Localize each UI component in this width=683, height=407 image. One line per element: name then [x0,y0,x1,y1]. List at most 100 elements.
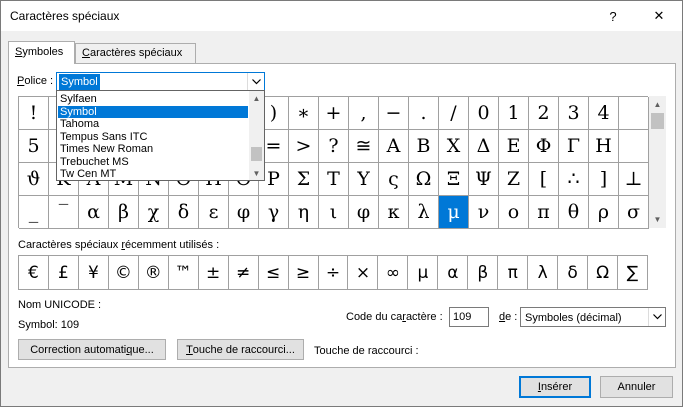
font-option[interactable]: Tw Cen MT [58,168,248,180]
symbol-cell[interactable]: Ω [409,163,439,196]
cancel-button[interactable]: Annuler [600,376,673,398]
symbol-cell[interactable]: ρ [589,196,619,229]
char-code-input[interactable]: 109 [449,307,489,327]
symbol-cell[interactable]: Δ [469,130,499,163]
close-button[interactable]: ✕ [636,1,682,31]
symbol-cell[interactable]: Ε [499,130,529,163]
symbol-cell[interactable]: Χ [439,130,469,163]
symbol-cell[interactable]: Η [589,130,619,163]
encoding-select[interactable]: Symboles (décimal) [520,307,666,327]
symbol-cell[interactable]: − [379,97,409,130]
symbol-cell[interactable]: ∗ [289,97,319,130]
recent-symbol-cell[interactable]: ≤ [258,256,289,290]
symbol-cell[interactable]: ∴ [559,163,589,196]
chevron-down-icon[interactable] [648,308,665,326]
symbol-cell[interactable]: + [319,97,349,130]
recent-symbol-cell[interactable]: ® [138,256,169,290]
symbol-cell[interactable]: > [289,130,319,163]
symbol-cell[interactable]: β [109,196,139,229]
shortcut-key-button[interactable]: Touche de raccourci... [177,339,304,360]
symbol-cell[interactable]: Ζ [499,163,529,196]
scroll-up-icon[interactable]: ▲ [649,96,666,113]
scroll-thumb[interactable] [651,113,664,129]
scroll-thumb[interactable] [251,147,262,161]
symbol-cell[interactable]: 2 [529,97,559,130]
symbol-cell[interactable]: ς [379,163,409,196]
recent-symbols-grid[interactable]: € £ ¥ © ® ™ ± ≠ ≤ ≥ ÷ × ∞ μ α β π λ δ Ω ∑ [18,255,648,290]
symbol-cell[interactable]: δ [169,196,199,229]
font-option[interactable]: Times New Roman [58,143,248,155]
recent-symbol-cell[interactable]: ¥ [78,256,109,290]
recent-symbol-cell[interactable]: ≥ [288,256,319,290]
recent-symbol-cell[interactable]: ∑ [618,256,648,290]
recent-symbol-cell[interactable]: δ [558,256,589,290]
font-dropdown-list[interactable]: Sylfaen Symbol Tahoma Tempus Sans ITC Times … [56,90,265,181]
symbol-cell[interactable]: 5 [19,130,49,163]
symbol-cell[interactable]: γ [259,196,289,229]
chevron-down-icon[interactable] [247,73,264,90]
font-select[interactable]: Symbol [56,72,265,91]
symbol-cell[interactable]: φ [229,196,259,229]
font-option[interactable]: Sylfaen [58,93,248,105]
symbol-cell[interactable]: Ξ [439,163,469,196]
symbol-cell[interactable] [619,130,649,163]
symbol-cell[interactable]: κ [379,196,409,229]
recent-symbol-cell[interactable]: μ [408,256,439,290]
recent-symbol-cell[interactable]: α [438,256,469,290]
symbol-cell[interactable]: / [439,97,469,130]
symbol-cell[interactable]: Β [409,130,439,163]
symbol-cell[interactable]: α [79,196,109,229]
insert-button[interactable]: Insérer [519,376,591,398]
recent-symbol-cell[interactable]: β [468,256,499,290]
symbol-cell[interactable]: σ [619,196,649,229]
symbol-cell[interactable]: Ψ [469,163,499,196]
symbol-cell[interactable]: Σ [289,163,319,196]
recent-symbol-cell[interactable]: € [19,256,49,290]
scroll-up-icon[interactable]: ▲ [249,91,264,105]
symbol-cell[interactable]: _ [19,196,49,229]
symbol-cell[interactable]: μ [439,196,469,229]
font-option[interactable]: Symbol [58,105,248,118]
recent-symbol-cell[interactable]: λ [528,256,559,290]
symbol-cell[interactable]: Τ [319,163,349,196]
symbol-cell[interactable]: ] [589,163,619,196]
symbol-cell[interactable]: 0 [469,97,499,130]
symbol-cell[interactable]: ! [19,97,49,130]
recent-symbol-cell[interactable]: π [498,256,529,290]
scroll-down-icon[interactable]: ▼ [249,166,264,180]
font-option[interactable]: Tempus Sans ITC [58,131,248,143]
symbol-cell[interactable]: Γ [559,130,589,163]
symbol-cell[interactable]: π [529,196,559,229]
recent-symbol-cell[interactable]: ÷ [318,256,349,290]
recent-symbol-cell[interactable]: ™ [168,256,199,290]
symbol-cell[interactable]: ι [319,196,349,229]
symbol-cell[interactable]: Φ [529,130,559,163]
help-button[interactable]: ? [590,1,636,31]
recent-symbol-cell[interactable]: ∞ [378,256,409,290]
symbol-cell[interactable]: χ [139,196,169,229]
symbol-cell[interactable]: ⊥ [619,163,649,196]
symbol-cell[interactable]: ε [199,196,229,229]
symbol-cell[interactable]: λ [409,196,439,229]
tab-caracteres-speciaux[interactable]: Caractères spéciaux [75,43,196,63]
symbol-cell[interactable]: Α [379,130,409,163]
symbol-cell[interactable]: 4 [589,97,619,130]
symbol-cell[interactable]: 3 [559,97,589,130]
symbol-cell[interactable]: ≅ [349,130,379,163]
symbol-cell[interactable]: ‾ [49,196,79,229]
recent-symbol-cell[interactable]: Ω [588,256,619,290]
recent-symbol-cell[interactable]: © [108,256,139,290]
font-option[interactable]: Trebuchet MS [58,156,248,168]
recent-symbol-cell[interactable]: £ [48,256,79,290]
autocorrect-button[interactable]: Correction automati q ue... [18,339,166,360]
symbol-cell[interactable]: Υ [349,163,379,196]
tab-symboles[interactable]: Symboles [8,41,75,64]
symbol-cell[interactable]: , [349,97,379,130]
symbol-cell[interactable]: θ [559,196,589,229]
symbol-cell[interactable]: . [409,97,439,130]
recent-symbol-cell[interactable]: ± [198,256,229,290]
font-option[interactable]: Tahoma [58,118,248,130]
symbol-cell[interactable]: ϑ [19,163,49,196]
symbol-cell[interactable]: φ [349,196,379,229]
symbol-cell[interactable]: ν [469,196,499,229]
